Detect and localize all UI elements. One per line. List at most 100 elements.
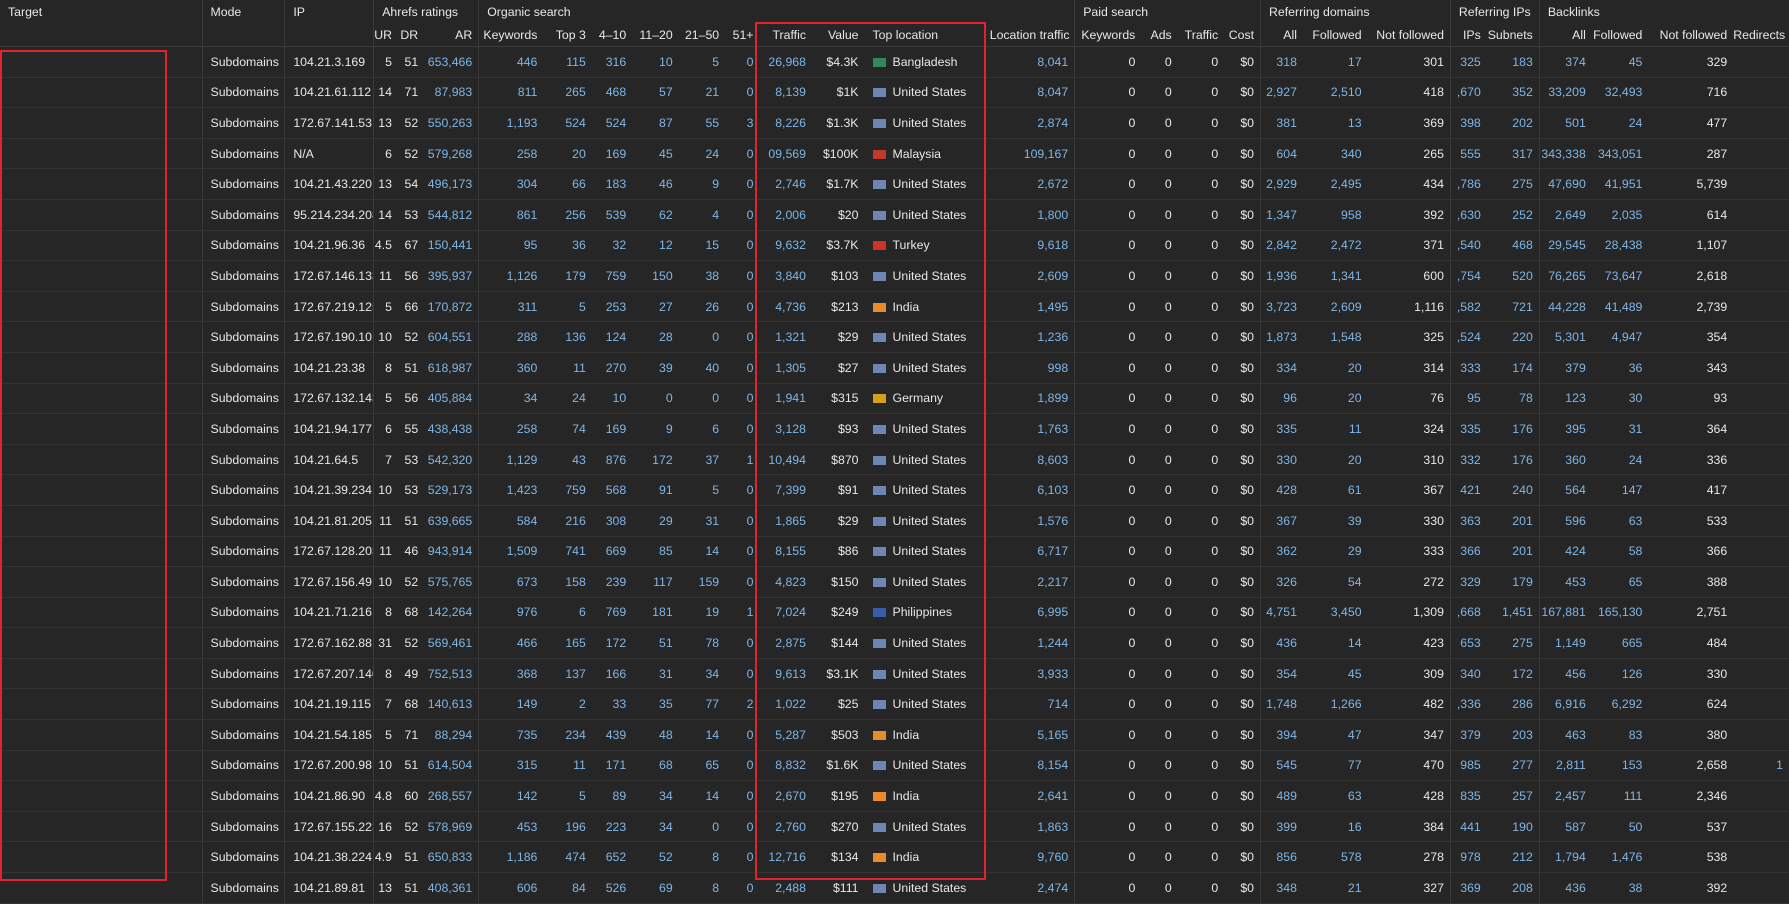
location-traffic-link[interactable]: 1,495 (989, 291, 1075, 323)
target-cell[interactable] (0, 566, 202, 598)
pos-51-plus-link[interactable]: 0 (725, 352, 760, 384)
rd-followed-link[interactable]: 13 (1302, 107, 1368, 139)
top3-link[interactable]: 66 (543, 168, 592, 200)
pos-4-10-link[interactable]: 270 (591, 352, 633, 384)
redirects-link[interactable] (1733, 841, 1789, 874)
ar-link[interactable]: 752,513 (424, 658, 479, 690)
ar-link[interactable]: 569,461 (424, 627, 479, 659)
pos-11-20-link[interactable]: 117 (632, 566, 679, 598)
redirects-link[interactable] (1733, 780, 1789, 812)
traffic-link[interactable]: 12,716 (759, 841, 812, 874)
location-traffic-link[interactable]: 1,576 (989, 505, 1075, 537)
top3-link[interactable]: 524 (543, 107, 592, 139)
traffic-link[interactable]: 4,823 (759, 566, 812, 598)
top3-link[interactable]: 5 (543, 780, 592, 812)
bl-all-link[interactable]: 5,301 (1538, 321, 1592, 353)
rd-all-link[interactable]: 1,748 (1260, 688, 1303, 721)
pos-11-20-link[interactable]: 35 (632, 688, 679, 721)
pos-11-20-link[interactable]: 62 (632, 199, 679, 231)
subnets-link[interactable]: 172 (1486, 658, 1540, 690)
traffic-link[interactable]: 8,139 (759, 77, 812, 109)
bl-followed-link[interactable]: 343,051 (1591, 138, 1649, 170)
pos-51-plus-link[interactable]: 0 (725, 230, 760, 262)
top3-link[interactable]: 115 (543, 46, 592, 78)
rd-followed-link[interactable]: 54 (1302, 566, 1368, 598)
top3-link[interactable]: 6 (543, 597, 592, 629)
pos-4-10-link[interactable]: 526 (591, 872, 633, 904)
pos-21-50-link[interactable]: 19 (678, 597, 726, 629)
rd-all-link[interactable]: 354 (1260, 658, 1303, 690)
subnets-link[interactable]: 183 (1486, 46, 1540, 78)
location-traffic-link[interactable]: 5,165 (989, 719, 1075, 751)
ips-link[interactable]: 555 (1449, 138, 1487, 170)
redirects-link[interactable] (1733, 597, 1789, 629)
pos-4-10-link[interactable]: 669 (591, 536, 633, 568)
top3-link[interactable]: 24 (543, 383, 592, 415)
target-cell[interactable] (0, 352, 202, 384)
rd-followed-link[interactable]: 3,450 (1302, 597, 1368, 629)
col-keywords[interactable]: Keywords (478, 24, 544, 47)
rd-followed-link[interactable]: 578 (1302, 841, 1368, 874)
ar-link[interactable]: 150,441 (424, 230, 479, 262)
pos-21-50-link[interactable]: 26 (678, 291, 726, 323)
rd-all-link[interactable]: 330 (1260, 444, 1303, 476)
subnets-link[interactable]: 220 (1486, 321, 1540, 353)
subnets-link[interactable]: 721 (1486, 291, 1540, 323)
traffic-link[interactable]: 09,569 (759, 138, 812, 170)
bl-followed-link[interactable]: 153 (1591, 750, 1649, 782)
bl-all-link[interactable]: 47,690 (1538, 168, 1592, 200)
keywords-link[interactable]: 95 (478, 230, 544, 262)
ar-link[interactable]: 529,173 (424, 474, 479, 506)
top3-link[interactable]: 137 (543, 658, 592, 690)
col-top3[interactable]: Top 3 (543, 24, 592, 47)
location-traffic-link[interactable]: 9,760 (989, 841, 1075, 874)
ar-link[interactable]: 142,264 (424, 597, 479, 629)
bl-followed-link[interactable]: 73,647 (1591, 260, 1649, 292)
pos-21-50-link[interactable]: 31 (678, 505, 726, 537)
traffic-link[interactable]: 8,155 (759, 536, 812, 568)
rd-all-link[interactable]: 856 (1260, 841, 1303, 874)
rd-all-link[interactable]: 362 (1260, 536, 1303, 568)
rd-all-link[interactable]: 1,936 (1260, 260, 1303, 292)
ips-link[interactable]: 398 (1449, 107, 1487, 139)
rd-all-link[interactable]: 96 (1260, 383, 1303, 415)
top3-link[interactable]: 256 (543, 199, 592, 231)
redirects-link[interactable] (1733, 260, 1789, 292)
rd-followed-link[interactable]: 340 (1302, 138, 1368, 170)
target-cell[interactable] (0, 413, 202, 445)
bl-all-link[interactable]: 501 (1538, 107, 1592, 139)
bl-all-link[interactable]: 374 (1538, 46, 1592, 78)
traffic-link[interactable]: 9,632 (759, 230, 812, 262)
col-bl-followed[interactable]: Followed (1591, 24, 1649, 47)
bl-followed-link[interactable]: 58 (1591, 536, 1649, 568)
bl-followed-link[interactable]: 41,951 (1591, 168, 1649, 200)
ips-link[interactable]: ,754 (1449, 260, 1487, 292)
redirects-link[interactable] (1733, 474, 1789, 506)
bl-followed-link[interactable]: 126 (1591, 658, 1649, 690)
col-ips[interactable]: IPs (1449, 24, 1487, 47)
bl-followed-link[interactable]: 41,489 (1591, 291, 1649, 323)
ar-link[interactable]: 618,987 (424, 352, 479, 384)
traffic-link[interactable]: 8,226 (759, 107, 812, 139)
rd-followed-link[interactable]: 1,266 (1302, 688, 1368, 721)
rd-followed-link[interactable]: 20 (1302, 444, 1368, 476)
pos-21-50-link[interactable]: 34 (678, 658, 726, 690)
pos-51-plus-link[interactable]: 0 (725, 321, 760, 353)
keywords-link[interactable]: 584 (478, 505, 544, 537)
rd-all-link[interactable]: 4,751 (1260, 597, 1303, 629)
ips-link[interactable]: 421 (1449, 474, 1487, 506)
pos-21-50-link[interactable]: 37 (678, 444, 726, 476)
redirects-link[interactable] (1733, 77, 1789, 109)
traffic-link[interactable]: 1,321 (759, 321, 812, 353)
rd-followed-link[interactable]: 1,548 (1302, 321, 1368, 353)
top3-link[interactable]: 741 (543, 536, 592, 568)
subnets-link[interactable]: 201 (1486, 505, 1540, 537)
subnets-link[interactable]: 179 (1486, 566, 1540, 598)
top3-link[interactable]: 179 (543, 260, 592, 292)
ar-link[interactable]: 140,613 (424, 688, 479, 721)
location-traffic-link[interactable]: 2,217 (989, 566, 1075, 598)
top3-link[interactable]: 43 (543, 444, 592, 476)
keywords-link[interactable]: 149 (478, 688, 544, 721)
ar-link[interactable]: 943,914 (424, 536, 479, 568)
col-pos-51-plus[interactable]: 51+ (725, 24, 760, 47)
